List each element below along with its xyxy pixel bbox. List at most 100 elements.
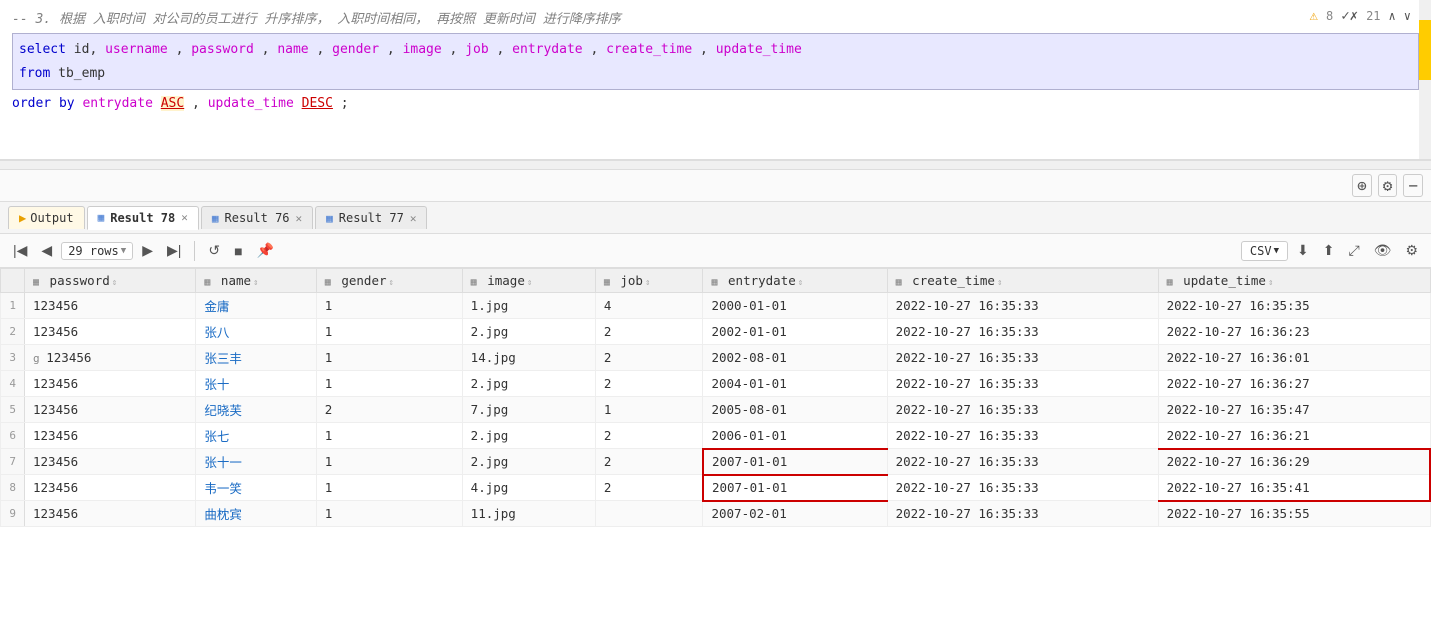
cell-image-7: 2.jpg: [462, 449, 595, 475]
col-job-icon: ▦: [604, 277, 610, 288]
add-icon[interactable]: ⊕: [1352, 174, 1372, 197]
sort-arrows-entrydate[interactable]: ⇕: [798, 278, 803, 288]
row-num-2: 2: [1, 319, 25, 345]
right-toolbar: CSV ▼ ⬇ ⬆ ⤢ 👁 ⚙: [1241, 240, 1423, 261]
col-password[interactable]: ▦ password⇕: [25, 269, 196, 293]
cell-updatetime-5: 2022-10-27 16:35:47: [1158, 397, 1430, 423]
tab-result78[interactable]: ▦ Result 78 ✕: [87, 206, 199, 230]
col-entrydate[interactable]: ▦ entrydate⇕: [703, 269, 887, 293]
tab-output[interactable]: ▶ Output: [8, 206, 85, 229]
cell-image-1: 1.jpg: [462, 293, 595, 319]
sort-arrows-name[interactable]: ⇕: [253, 278, 258, 288]
prev-page-button[interactable]: ◀: [36, 240, 57, 261]
next-page-button[interactable]: ▶: [137, 240, 158, 261]
cell-job-3: 2: [595, 345, 703, 371]
col-image-icon: ▦: [471, 277, 477, 288]
cell-name-1: 金庸: [196, 293, 316, 319]
row-num-5: 5: [1, 397, 25, 423]
chevron-up-icon[interactable]: ∧: [1389, 9, 1396, 23]
rows-dropdown-icon[interactable]: ▼: [121, 246, 126, 256]
results-table-container[interactable]: ▦ password⇕ ▦ name⇕ ▦ gender⇕ ▦ image⇕ ▦: [0, 268, 1431, 527]
col-gender[interactable]: ▦ gender⇕: [316, 269, 462, 293]
cell-entrydate-1: 2000-01-01: [703, 293, 887, 319]
sql-orderby-line: order by entrydate ASC , update_time DES…: [12, 92, 1419, 115]
cell-image-8: 4.jpg: [462, 475, 595, 501]
sort-arrows-createtime[interactable]: ⇕: [997, 278, 1002, 288]
sql-editor[interactable]: ⚠ 8 ✓✗ 21 ∧ ∨ -- 3. 根据 入职时间 对公司的员工进行 升序排…: [0, 0, 1431, 160]
col-create-time[interactable]: ▦ create_time⇕: [887, 269, 1158, 293]
cell-createtime-6: 2022-10-27 16:35:33: [887, 423, 1158, 449]
cell-entrydate-3: 2002-08-01: [703, 345, 887, 371]
cell-createtime-1: 2022-10-27 16:35:33: [887, 293, 1158, 319]
last-page-button[interactable]: ▶|: [162, 240, 186, 261]
col-job[interactable]: ▦ job⇕: [595, 269, 703, 293]
col-image[interactable]: ▦ image⇕: [462, 269, 595, 293]
tab-close-76[interactable]: ✕: [296, 212, 303, 225]
table-body: 1123456金庸11.jpg42000-01-012022-10-27 16:…: [1, 293, 1431, 527]
sql-comment-line: -- 3. 根据 入职时间 对公司的员工进行 升序排序， 入职时间相同， 再按照…: [12, 8, 1419, 31]
tab-close-78[interactable]: ✕: [181, 211, 188, 224]
upload-button[interactable]: ⬆: [1318, 240, 1340, 261]
cell-createtime-2: 2022-10-27 16:35:33: [887, 319, 1158, 345]
sort-arrows-updatetime[interactable]: ⇕: [1268, 278, 1273, 288]
settings-icon[interactable]: ⚙: [1378, 174, 1398, 197]
tab-close-77[interactable]: ✕: [410, 212, 417, 225]
table-settings-button[interactable]: ⚙: [1400, 240, 1423, 261]
sort-arrows-password[interactable]: ⇕: [112, 278, 117, 288]
tab-result76[interactable]: ▦ Result 76 ✕: [201, 206, 313, 229]
sql-select-line: select id, username , password , name , …: [19, 38, 1412, 61]
scrollbar-thumb[interactable]: [1419, 20, 1431, 80]
tab-result77[interactable]: ▦ Result 77 ✕: [315, 206, 427, 229]
row-num-4: 4: [1, 371, 25, 397]
action-icons-row: ⊕ ⚙ −: [0, 170, 1431, 202]
cell-image-6: 2.jpg: [462, 423, 595, 449]
cell-password-9: 123456: [25, 501, 196, 527]
cell-gender-3: 1: [316, 345, 462, 371]
warning-icon: ⚠: [1310, 8, 1318, 24]
view-button[interactable]: 👁: [1369, 240, 1397, 261]
tab-result77-label: Result 77: [339, 211, 404, 225]
minus-icon[interactable]: −: [1403, 174, 1423, 197]
col-rownum: [1, 269, 25, 293]
cell-image-4: 2.jpg: [462, 371, 595, 397]
warning-bar: ⚠ 8 ✓✗ 21 ∧ ∨: [1310, 8, 1411, 24]
cell-password-4: 123456: [25, 371, 196, 397]
csv-button[interactable]: CSV ▼: [1241, 241, 1288, 261]
cell-image-3: 14.jpg: [462, 345, 595, 371]
col-name[interactable]: ▦ name⇕: [196, 269, 316, 293]
copy-button[interactable]: ⤢: [1343, 240, 1364, 261]
cell-createtime-9: 2022-10-27 16:35:33: [887, 501, 1158, 527]
cell-name-9: 曲枕宾: [196, 501, 316, 527]
stop-button[interactable]: ■: [229, 241, 247, 261]
chevron-down-icon[interactable]: ∨: [1404, 9, 1411, 23]
col-update-time[interactable]: ▦ update_time⇕: [1158, 269, 1430, 293]
check-icon: ✓✗: [1341, 8, 1358, 24]
cell-password-2: 123456: [25, 319, 196, 345]
cell-entrydate-2: 2002-01-01: [703, 319, 887, 345]
cell-image-5: 7.jpg: [462, 397, 595, 423]
row-num-7: 7: [1, 449, 25, 475]
first-page-button[interactable]: |◀: [8, 240, 32, 261]
vertical-scrollbar[interactable]: [1419, 0, 1431, 159]
tab-output-label: Output: [30, 211, 73, 225]
tab-result78-label: Result 78: [110, 211, 175, 225]
cell-name-8: 韦一笑: [196, 475, 316, 501]
cell-name-5: 纪晓芙: [196, 397, 316, 423]
cell-password-6: 123456: [25, 423, 196, 449]
row-num-1: 1: [1, 293, 25, 319]
cell-job-6: 2: [595, 423, 703, 449]
sort-arrows-gender[interactable]: ⇕: [389, 278, 394, 288]
pin-button[interactable]: 📌: [252, 240, 279, 261]
cell-gender-1: 1: [316, 293, 462, 319]
row-num-8: 8: [1, 475, 25, 501]
sort-arrows-job[interactable]: ⇕: [645, 278, 650, 288]
refresh-button[interactable]: ↺: [203, 240, 225, 261]
table-icon-76: ▦: [212, 212, 219, 225]
cell-updatetime-3: 2022-10-27 16:36:01: [1158, 345, 1430, 371]
cell-password-7: 123456: [25, 449, 196, 475]
rows-selector[interactable]: 29 rows ▼: [61, 242, 133, 260]
comment-text: -- 3. 根据 入职时间 对公司的员工进行 升序排序， 入职时间相同， 再按照…: [12, 12, 621, 27]
sort-arrows-image[interactable]: ⇕: [527, 278, 532, 288]
cell-job-7: 2: [595, 449, 703, 475]
download-button[interactable]: ⬇: [1292, 240, 1314, 261]
